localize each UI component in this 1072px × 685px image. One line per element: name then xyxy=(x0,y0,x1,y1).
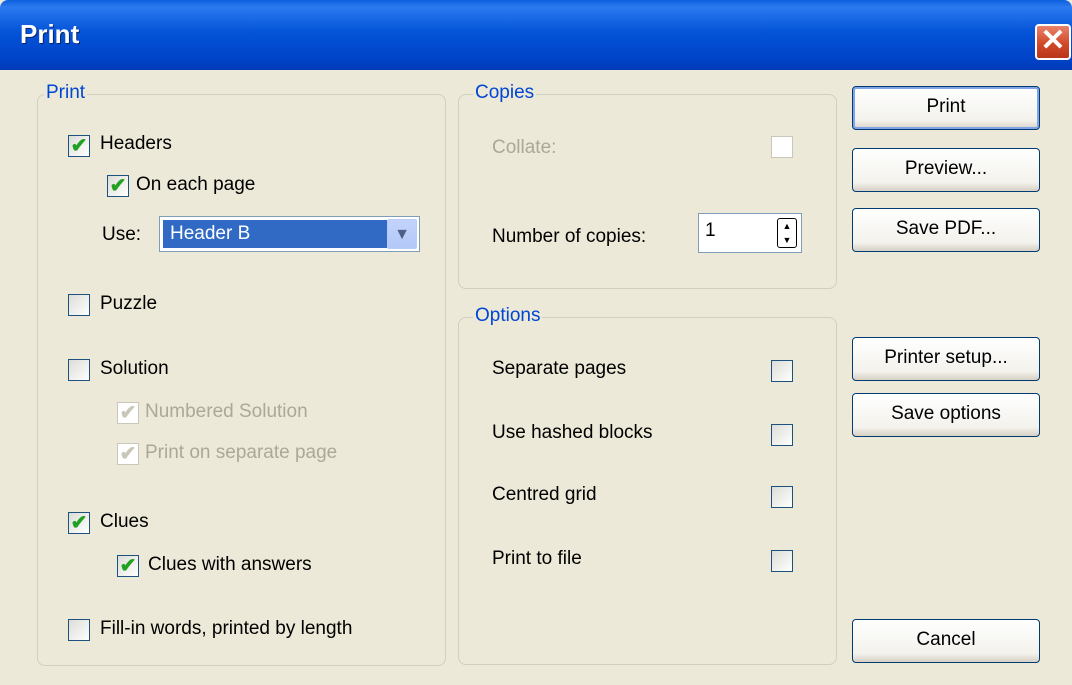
centred-grid-checkbox[interactable] xyxy=(771,486,793,508)
print-separate-page-checkbox[interactable]: ✔ xyxy=(117,443,139,465)
clues-label[interactable]: Clues xyxy=(100,511,149,533)
puzzle-checkbox[interactable] xyxy=(68,294,90,316)
options-group-legend: Options xyxy=(473,305,543,327)
window-title: Print xyxy=(20,19,80,49)
header-select-value: Header B xyxy=(163,220,387,248)
use-label: Use: xyxy=(102,224,142,245)
header-select[interactable]: Header B ▼ xyxy=(159,216,420,252)
number-of-copies-label: Number of copies: xyxy=(492,226,647,247)
chevron-down-icon[interactable]: ▼ xyxy=(387,219,417,249)
title-bar: Print ✕ xyxy=(0,0,1072,70)
centred-grid-label: Centred grid xyxy=(492,484,597,505)
dialog-client-area: Print ✔ Headers ✔ On each page Use: Head… xyxy=(0,70,1072,685)
puzzle-label[interactable]: Puzzle xyxy=(100,293,157,315)
print-separate-page-label[interactable]: Print on separate page xyxy=(145,442,337,464)
save-pdf-button[interactable]: Save PDF... xyxy=(852,208,1040,252)
copies-value[interactable]: 1 xyxy=(705,220,716,242)
printer-setup-button[interactable]: Printer setup... xyxy=(852,337,1040,381)
preview-button[interactable]: Preview... xyxy=(852,148,1040,192)
hashed-blocks-checkbox[interactable] xyxy=(771,424,793,446)
print-to-file-checkbox[interactable] xyxy=(771,550,793,572)
save-options-button[interactable]: Save options xyxy=(852,393,1040,437)
numbered-solution-label[interactable]: Numbered Solution xyxy=(145,401,308,423)
copies-group-legend: Copies xyxy=(473,82,537,104)
on-each-page-checkbox[interactable]: ✔ xyxy=(107,175,129,197)
clues-with-answers-checkbox[interactable]: ✔ xyxy=(117,555,139,577)
solution-checkbox[interactable] xyxy=(68,359,90,381)
numbered-solution-checkbox[interactable]: ✔ xyxy=(117,402,139,424)
copies-spinner[interactable]: 1 ▲ ▼ xyxy=(698,213,802,253)
separate-pages-checkbox[interactable] xyxy=(771,360,793,382)
on-each-page-label[interactable]: On each page xyxy=(136,174,255,196)
separate-pages-label: Separate pages xyxy=(492,358,627,379)
copies-group: Copies xyxy=(458,82,837,289)
headers-label[interactable]: Headers xyxy=(100,133,172,155)
fill-in-words-label[interactable]: Fill-in words, printed by length xyxy=(100,618,352,640)
clues-checkbox[interactable]: ✔ xyxy=(68,512,90,534)
close-icon[interactable]: ✕ xyxy=(1035,24,1071,60)
print-group-legend: Print xyxy=(44,82,88,104)
fill-in-words-checkbox[interactable] xyxy=(68,619,90,641)
print-to-file-label: Print to file xyxy=(492,548,582,569)
hashed-blocks-label: Use hashed blocks xyxy=(492,422,653,443)
collate-label: Collate: xyxy=(492,137,557,158)
cancel-button[interactable]: Cancel xyxy=(852,619,1040,663)
solution-label[interactable]: Solution xyxy=(100,358,169,380)
clues-with-answers-label[interactable]: Clues with answers xyxy=(148,554,312,576)
collate-checkbox[interactable] xyxy=(771,136,793,158)
print-button[interactable]: Print xyxy=(852,86,1040,130)
up-down-arrows-icon[interactable]: ▲ ▼ xyxy=(777,218,797,248)
headers-checkbox[interactable]: ✔ xyxy=(68,135,90,157)
